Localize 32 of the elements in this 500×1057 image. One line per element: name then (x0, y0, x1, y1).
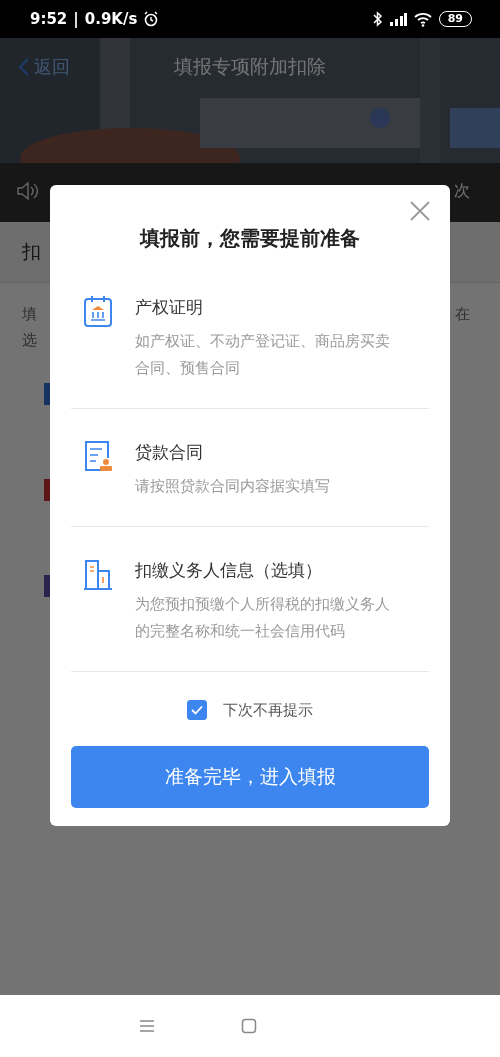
check-icon (191, 705, 203, 715)
confirm-button[interactable]: 准备完毕，进入填报 (71, 746, 429, 808)
alarm-icon (143, 11, 160, 27)
intro-text: 选 (22, 330, 37, 351)
checkbox[interactable] (187, 700, 207, 720)
speaker-icon (16, 181, 38, 201)
calendar-bank-icon (83, 294, 113, 328)
dialog-title: 填报前，您需要提前准备 (140, 226, 360, 250)
bluetooth-icon (372, 11, 383, 27)
signal-icon (388, 11, 407, 27)
building-icon (83, 557, 113, 591)
item-description: 如产权证、不动产登记证、商品房买卖合同、预售合同 (135, 332, 391, 378)
status-time: 9:52 (30, 10, 68, 28)
separator: | (73, 10, 79, 28)
home-icon[interactable] (241, 1018, 257, 1034)
intro-text: 在 (455, 304, 470, 325)
wifi-icon (412, 11, 433, 27)
network-speed: 0.9K/s (84, 10, 138, 28)
menu-icon[interactable] (139, 1019, 155, 1033)
item-title: 扣缴义务人信息（选填） (135, 559, 323, 582)
item-description: 请按照贷款合同内容据实填写 (135, 477, 330, 496)
notice-text: 次 (454, 181, 470, 202)
back-button[interactable]: 返回 (18, 55, 70, 79)
item-title: 产权证明 (135, 296, 204, 319)
close-icon[interactable] (410, 201, 430, 221)
checkbox-label: 下次不再提示 (223, 700, 313, 720)
item-title: 贷款合同 (135, 441, 204, 464)
intro-text: 填 (22, 304, 37, 325)
section-title: 扣 (22, 239, 41, 264)
document-person-icon (83, 439, 113, 473)
page-title: 填报专项附加扣除 (174, 55, 326, 77)
item-description: 为您预扣预缴个人所得税的扣缴义务人的完整名称和统一社会信用代码 (135, 595, 391, 641)
